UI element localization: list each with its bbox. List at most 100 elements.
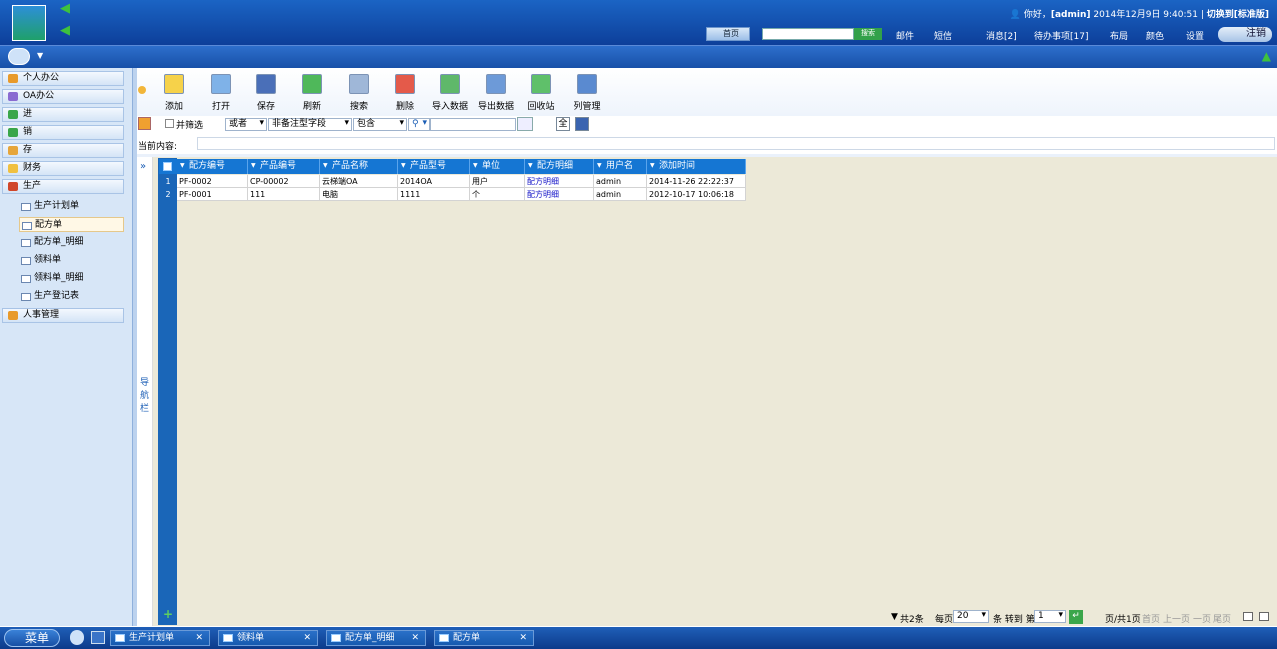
greeting-text: 你好， — [1023, 10, 1051, 20]
pager-menu-icon[interactable]: ▼ — [891, 612, 898, 622]
toolbar-handle-icon — [138, 86, 146, 94]
taskbar-tab-0[interactable]: 生产计划单 ✕ — [110, 630, 210, 646]
nav-settings[interactable]: 设置 — [1186, 29, 1204, 42]
prev-page-link[interactable]: 上一页 — [1163, 612, 1190, 625]
taskbar-tab-3[interactable]: 配方单 ✕ — [434, 630, 534, 646]
select-all-checkbox[interactable] — [163, 162, 172, 171]
switch-version-link[interactable]: 切换到[标准版] — [1207, 10, 1269, 20]
sidebar-group-5[interactable]: 财务 — [2, 161, 124, 176]
toolbar-button-7[interactable]: 导出数据 — [476, 74, 516, 112]
main-panel: 添加 打开 保存 刷新 搜索 删除 导入数据导出数据 回收站 列管理 并筛选 或者 非备注型字段… — [137, 68, 1277, 626]
layout-icon-a[interactable] — [1243, 612, 1253, 621]
per-page-select[interactable]: 20 — [953, 610, 989, 623]
pager: 共2条 每页 条 转到 第 页/共1页首页上一页一页尾页 20 1↵ ▼ — [157, 609, 1277, 625]
go-page-icon[interactable]: ↵ — [1069, 610, 1083, 624]
operator-select[interactable]: 包含 — [353, 118, 407, 131]
table-cell: CP-00002 — [248, 175, 320, 188]
select-all-button[interactable]: 全 — [556, 117, 570, 131]
column-header-6[interactable]: 用户名 — [594, 159, 647, 174]
next-page-link[interactable]: 一页 — [1193, 612, 1211, 625]
taskbar-tab-label: 生产计划单 — [129, 633, 175, 643]
first-page-link[interactable]: 首页 — [1142, 612, 1160, 625]
toolbar-button-1[interactable]: 打开 — [201, 74, 241, 112]
search-input[interactable] — [762, 28, 854, 40]
field-select[interactable]: 非备注型字段 — [268, 118, 352, 131]
filter-value-input[interactable] — [430, 118, 516, 131]
current-content-input[interactable] — [197, 137, 1275, 150]
logout-button[interactable]: 注销 — [1218, 27, 1272, 42]
sidebar-item-0[interactable]: 生产计划单 — [19, 199, 124, 214]
taskbar-tab-2[interactable]: 配方单_明细 ✕ — [326, 630, 426, 646]
toolbar-button-9[interactable]: 列管理 — [567, 74, 607, 112]
toolbar-button-3[interactable]: 刷新 — [292, 74, 332, 112]
column-header-2[interactable]: 产品名称 — [320, 159, 398, 174]
nav-todo[interactable]: 待办事项[17] — [1034, 29, 1088, 42]
nav-layout[interactable]: 布局 — [1110, 29, 1128, 42]
back-arrow-icon[interactable]: ◀ — [60, 2, 74, 15]
sidebar-group-1[interactable]: OA办公 — [2, 89, 124, 104]
sidebar-group-3[interactable]: 销 — [2, 125, 124, 140]
back-arrow-icon-2[interactable]: ◀ — [60, 24, 74, 37]
toolbar-button-4[interactable]: 搜索 — [339, 74, 379, 112]
table-row[interactable]: 1 PF-0002 CP-00002 云梯端OA 2014OA 用户 配方明细 admin 20… — [159, 175, 746, 188]
sidebar-item-3[interactable]: 领料单 — [19, 253, 124, 268]
home-button[interactable]: 首页 — [706, 27, 750, 41]
detail-link[interactable]: 配方明细 — [525, 188, 594, 201]
sidebar-group-label: OA办公 — [23, 91, 55, 101]
nav-label[interactable]: 导 航 栏 — [140, 377, 150, 416]
column-header-1[interactable]: 产品编号 — [248, 159, 320, 174]
detail-link[interactable]: 配方明细 — [525, 175, 594, 188]
table-row[interactable]: 2 PF-0001 111 电脑 1111 个配方明细 admin 2012-10-17 10… — [159, 188, 746, 201]
sidebar-group-hr[interactable]: 人事管理 — [2, 308, 124, 323]
start-menu-button[interactable]: 菜单 — [4, 629, 60, 647]
filter-toggle-icon[interactable] — [138, 117, 151, 130]
sidebar-item-5[interactable]: 生产登记表 — [19, 289, 124, 304]
sidebar-group-6[interactable]: 生产 — [2, 179, 124, 194]
toolbar-label: 保存 — [256, 102, 275, 112]
close-icon[interactable]: ✕ — [195, 631, 203, 645]
up-arrow-icon[interactable]: ▲ — [1262, 49, 1271, 63]
chevron-down-icon[interactable]: ▼ — [37, 51, 43, 60]
sidebar-group-4[interactable]: 存 — [2, 143, 124, 158]
sidebar-group-0[interactable]: 个人办公 — [2, 71, 124, 86]
toolbar-button-8[interactable]: 回收站 — [521, 74, 561, 112]
close-icon[interactable]: ✕ — [411, 631, 419, 645]
taskbar-tab-label: 配方单 — [453, 633, 481, 643]
toolbar-button-6[interactable]: 导入数据 — [430, 74, 470, 112]
column-header-0[interactable]: 配方编号 — [177, 159, 248, 174]
column-header-7[interactable]: 添加时间 — [647, 159, 746, 174]
search-button[interactable]: 搜索 — [854, 28, 882, 40]
toolbar-button-0[interactable]: 添加 — [154, 74, 194, 112]
desktop-icon[interactable] — [91, 631, 105, 644]
sidebar-group-2[interactable]: 进 — [2, 107, 124, 122]
column-header-5[interactable]: 配方明细 — [525, 159, 594, 174]
nav-toggle[interactable]: » — [140, 161, 146, 172]
last-page-link[interactable]: 尾页 — [1213, 612, 1231, 625]
toolbar-icon — [577, 74, 597, 94]
column-header-4[interactable]: 单位 — [470, 159, 525, 174]
nav-messages[interactable]: 消息[2] — [986, 29, 1017, 42]
search-type-select[interactable]: ⚲ — [408, 118, 430, 131]
refresh-globe-icon[interactable] — [8, 48, 30, 65]
sidebar-item-2[interactable]: 配方单_明细 — [19, 235, 124, 250]
column-header-3[interactable]: 产品型号 — [398, 159, 470, 174]
sidebar-item-1[interactable]: 配方单 — [19, 217, 124, 232]
sidebar-group-label: 生产 — [23, 181, 42, 191]
browser-icon[interactable] — [70, 630, 84, 645]
sidebar-item-4[interactable]: 领料单_明细 — [19, 271, 124, 286]
nav-color[interactable]: 颜色 — [1146, 29, 1164, 42]
taskbar-tab-1[interactable]: 领料单 ✕ — [218, 630, 318, 646]
save-filter-icon[interactable] — [575, 117, 589, 131]
page-select[interactable]: 1 — [1034, 610, 1066, 623]
layout-icon-b[interactable] — [1259, 612, 1269, 621]
toolbar-button-2[interactable]: 保存 — [246, 74, 286, 112]
logic-select[interactable]: 或者 — [225, 118, 267, 131]
close-icon[interactable]: ✕ — [519, 631, 527, 645]
filter-search-icon[interactable] — [517, 117, 533, 131]
close-icon[interactable]: ✕ — [303, 631, 311, 645]
toolbar-button-5[interactable]: 删除 — [385, 74, 425, 112]
nav-sms[interactable]: 短信 — [934, 29, 952, 42]
sidebar-item-label: 领料单_明细 — [34, 273, 84, 283]
nav-mail[interactable]: 邮件 — [896, 29, 914, 42]
combine-checkbox[interactable] — [165, 119, 174, 128]
